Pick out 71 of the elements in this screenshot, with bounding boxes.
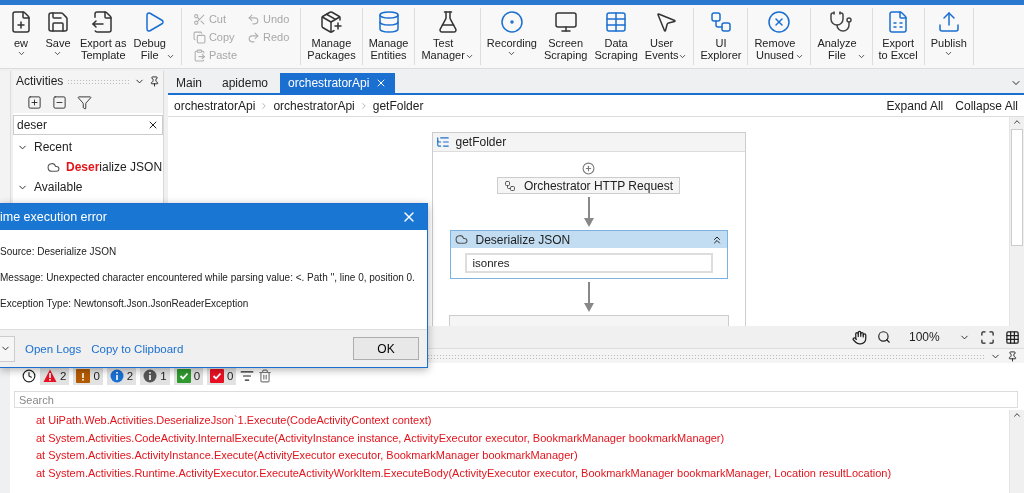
dialog-link[interactable]: Copy to Clipboard (91, 342, 184, 355)
sequence-container[interactable]: getFolder Orchestrator HTTP Request Deserialize JSON isonres (431, 132, 746, 326)
breadcrumb-item[interactable]: orchestratorApi (174, 98, 256, 113)
filter-count: 2 (126, 370, 134, 382)
ribbon-button[interactable]: Publish (927, 10, 970, 58)
ribbon-label: Publish (930, 37, 967, 49)
log-line: at System.Activities.Runtime.ActivityExecutor.ExecuteActivityWorkItem.ExecuteBody(ActivityExecutor executor, BookmarkManager bookmarkManager, Location resultLocation) (36, 465, 893, 481)
ribbon-button[interactable]: Export to Excel (875, 10, 921, 61)
tree-item[interactable]: Deserialize JSON (66, 160, 163, 174)
designer-link[interactable]: Expand All (886, 98, 944, 113)
zoom-value[interactable]: 100% (909, 330, 949, 344)
error-text: Exception Type: Newtonsoft.Json.JsonReaderException (0, 298, 250, 310)
document-tab[interactable]: Main (168, 73, 210, 93)
ok-button[interactable]: OK (353, 337, 419, 360)
activity-title: Deserialize JSON (475, 232, 572, 247)
designer-link[interactable]: Collapse All (955, 98, 1018, 113)
ribbon-label: Remove Unused (754, 37, 796, 61)
activity-card[interactable]: Deserialize JSON isonres (449, 230, 728, 279)
document-tab[interactable]: orchestratorApi (280, 73, 396, 93)
log-line: at System.Activities.CodeActivity.InternalExecute(ActivityInstance instance, ActivityExecutor executor, BookmarkManager bookmarkManager) (36, 430, 726, 446)
error-text: Source: Deserialize JSON (0, 246, 118, 258)
search-field[interactable]: deser (13, 115, 163, 135)
ribbon-button[interactable]: UI Explorer (697, 10, 745, 61)
ribbon-button[interactable]: Analyze File (814, 10, 869, 61)
tree-item[interactable]: Available (34, 180, 83, 194)
ribbon-button[interactable]: Recording (483, 10, 540, 58)
dialog-link[interactable]: Open Logs (25, 342, 82, 355)
breadcrumb-item[interactable]: getFolder (372, 98, 424, 113)
ribbon-label: Manage Entities (368, 37, 409, 61)
search-field[interactable]: Search (14, 391, 1018, 408)
activity-card[interactable]: Orchestrator HTTP Request (496, 177, 681, 194)
filter-count: 1 (160, 370, 167, 382)
ribbon-label: UI Explorer (700, 37, 742, 61)
filter-count: 2 (60, 370, 67, 382)
ribbon-label: Export as Template (80, 37, 127, 61)
ribbon-label: Export to Excel (878, 37, 918, 61)
ribbon-label: ew (13, 37, 29, 49)
ribbon-label: Debug File (133, 37, 166, 61)
breadcrumb-item[interactable]: orchestratorApi (273, 98, 355, 113)
ribbon-label: Recording (486, 37, 537, 49)
ribbon-button[interactable]: Save (40, 10, 76, 58)
filter-count: 0 (193, 370, 201, 382)
ribbon-label: Test Manager (421, 37, 465, 61)
filter-count: 0 (227, 370, 234, 382)
log-line: at System.Activities.ActivityInstance.Execute(ActivityExecutor executor, BookmarkManager bookmarkManager) (36, 448, 579, 463)
ribbon-button[interactable]: Data Scraping (591, 10, 641, 61)
ribbon-button[interactable]: Test Manager (418, 10, 477, 61)
document-tab[interactable]: apidemo (214, 73, 277, 93)
ribbon-button[interactable]: User Events (641, 10, 691, 61)
ribbon-button[interactable]: ew (3, 10, 39, 58)
sequence-title: getFolder (455, 135, 507, 149)
ribbon-label: Screen Scraping (543, 37, 588, 61)
ribbon-button[interactable]: Screen Scraping (540, 10, 591, 61)
ribbon-label: Data Scraping (594, 37, 638, 61)
tree-item[interactable]: Recent (34, 140, 73, 154)
ribbon-button[interactable]: Export as Template (77, 10, 130, 61)
activity-title: Orchestrator HTTP Request (523, 178, 674, 193)
ribbon-button[interactable]: Remove Unused (751, 10, 808, 61)
log-line: at UiPath.Web.Activities.DeserializeJson`1.Execute(CodeActivityContext context) (36, 413, 433, 428)
filter-count: 0 (93, 370, 100, 382)
panel-title: Activities (16, 74, 64, 88)
ribbon-label: Save (45, 37, 71, 49)
dialog-title: ime execution error (0, 210, 107, 224)
ribbon-button[interactable]: Manage Entities (365, 10, 412, 61)
ribbon-label: Manage Packages (307, 37, 356, 61)
ribbon-label: Analyze File (817, 37, 857, 61)
input-field[interactable]: isonres (464, 253, 713, 273)
ribbon-button[interactable]: Manage Packages (304, 10, 359, 61)
ribbon-button[interactable]: Debug File (130, 10, 178, 61)
error-text: Message: Unexpected character encountered while parsing value: <. Path '', line 0, position 0. (0, 272, 416, 284)
ribbon-label: User Events (644, 37, 679, 61)
